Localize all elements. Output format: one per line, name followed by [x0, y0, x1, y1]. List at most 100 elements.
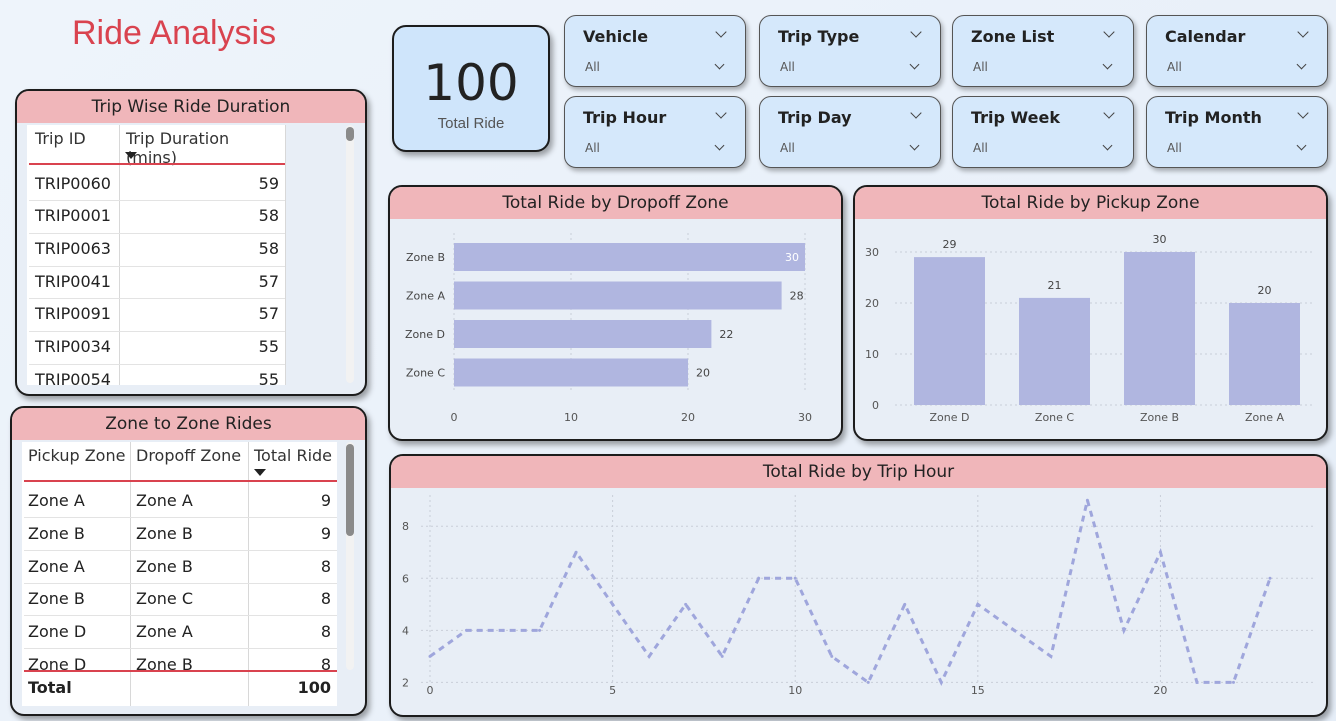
scrollbar-thumb[interactable]	[346, 444, 354, 536]
table-cell: 55	[258, 337, 279, 356]
y-tick-label: 4	[402, 624, 409, 637]
chevron-down-icon[interactable]	[1102, 140, 1113, 151]
y-tick-label: 30	[865, 246, 879, 259]
y-tick-label: Zone C	[406, 367, 446, 380]
slicer-title: Trip Month	[1165, 108, 1262, 127]
chevron-down-icon[interactable]	[1297, 26, 1309, 38]
slicer-value[interactable]: All	[1167, 60, 1182, 74]
table-cell: 8	[320, 622, 331, 641]
data-point	[647, 654, 651, 658]
y-tick-label: Zone A	[406, 290, 446, 303]
chart-title: Total Ride by Trip Hour	[391, 456, 1326, 488]
data-point	[428, 654, 432, 658]
slicer-title: Trip Day	[778, 108, 852, 127]
slicer-trip-month[interactable]: Trip Month All	[1146, 96, 1328, 168]
slicer-zone-list[interactable]: Zone List All	[952, 15, 1134, 87]
slicer-trip-hour[interactable]: Trip Hour All	[564, 96, 746, 168]
sort-descending-icon[interactable]	[254, 469, 266, 476]
table-cell: Zone A	[28, 557, 85, 576]
slicer-calendar[interactable]: Calendar All	[1146, 15, 1328, 87]
chevron-down-icon[interactable]	[910, 26, 922, 38]
trip-hour-chart-card: Total Ride by Trip Hour 2 4 6 8 0 5 10 15 20	[389, 454, 1328, 717]
chevron-down-icon[interactable]	[1296, 140, 1307, 151]
data-point	[684, 602, 688, 606]
slicer-trip-type[interactable]: Trip Type All	[759, 15, 941, 87]
column-header-trip-id[interactable]: Trip ID	[35, 129, 86, 148]
x-tick-label: Zone D	[930, 411, 970, 424]
table-cell: 57	[258, 272, 279, 291]
card-title: Trip Wise Ride Duration	[17, 91, 365, 123]
data-point	[501, 628, 505, 632]
scrollbar[interactable]	[346, 125, 354, 383]
chevron-down-icon[interactable]	[1297, 107, 1309, 119]
data-point	[866, 680, 870, 684]
chevron-down-icon[interactable]	[1102, 59, 1113, 70]
y-tick-label: 20	[865, 297, 879, 310]
slicer-vehicle[interactable]: Vehicle All	[564, 15, 746, 87]
slicer-value[interactable]: All	[780, 60, 795, 74]
table-cell: TRIP0060	[35, 174, 111, 193]
table-cell: 9	[320, 491, 331, 510]
table-cell: 55	[258, 370, 279, 389]
chevron-down-icon[interactable]	[714, 59, 725, 70]
column-header-pickup-zone[interactable]: Pickup Zone	[28, 446, 125, 465]
table-cell: Zone B	[28, 524, 85, 543]
table-cell: TRIP0001	[35, 206, 111, 225]
slicer-value[interactable]: All	[973, 141, 988, 155]
table-cell: TRIP0041	[35, 272, 111, 291]
slicer-trip-day[interactable]: Trip Day All	[759, 96, 941, 168]
trip-duration-table: Trip ID Trip Duration (mins) TRIP0060 59…	[27, 125, 286, 389]
bar	[454, 281, 782, 310]
y-tick-label: 2	[402, 676, 409, 689]
data-label: 20	[1258, 284, 1272, 297]
chevron-down-icon[interactable]	[714, 140, 725, 151]
slicer-value[interactable]: All	[973, 60, 988, 74]
chevron-down-icon[interactable]	[715, 107, 727, 119]
chevron-down-icon[interactable]	[1296, 59, 1307, 70]
data-label: 28	[790, 290, 804, 303]
slicer-title: Trip Hour	[583, 108, 667, 127]
chart-title: Total Ride by Dropoff Zone	[390, 187, 841, 219]
slicer-value[interactable]: All	[585, 60, 600, 74]
table-cell: TRIP0034	[35, 337, 111, 356]
table-cell: 8	[320, 589, 331, 608]
data-point	[1012, 628, 1016, 632]
x-tick-label: Zone B	[1140, 411, 1179, 424]
data-label: 30	[785, 251, 799, 264]
chart-title: Total Ride by Pickup Zone	[855, 187, 1326, 219]
chevron-down-icon[interactable]	[909, 59, 920, 70]
slicer-value[interactable]: All	[585, 141, 600, 155]
chevron-down-icon[interactable]	[715, 26, 727, 38]
x-tick-label: 10	[564, 411, 578, 424]
data-point	[793, 576, 797, 580]
table-cell: 8	[320, 557, 331, 576]
trip-hour-line-chart: 2 4 6 8 0 5 10 15 20	[402, 495, 1316, 697]
data-label: 29	[943, 238, 957, 251]
y-tick-label: 8	[402, 520, 409, 533]
chevron-down-icon[interactable]	[910, 107, 922, 119]
data-point	[830, 654, 834, 658]
chevron-down-icon[interactable]	[909, 140, 920, 151]
slicer-title: Calendar	[1165, 27, 1246, 46]
slicer-title: Trip Week	[971, 108, 1060, 127]
bar	[1124, 252, 1195, 405]
slicer-value[interactable]: All	[1167, 141, 1182, 155]
chevron-down-icon[interactable]	[1103, 107, 1115, 119]
column-header-total-ride[interactable]: Total Ride	[254, 446, 332, 465]
series-line	[429, 499, 1272, 686]
x-tick-label: 0	[451, 411, 458, 424]
chevron-down-icon[interactable]	[1103, 26, 1115, 38]
trip-duration-table-card: Trip Wise Ride Duration Trip ID Trip Dur…	[15, 89, 367, 396]
slicer-trip-week[interactable]: Trip Week All	[952, 96, 1134, 168]
x-tick-label: 20	[1153, 684, 1167, 697]
table-cell: Zone D	[28, 622, 87, 641]
sort-descending-icon[interactable]	[125, 152, 137, 159]
bar	[454, 320, 712, 348]
x-tick-label: 5	[609, 684, 616, 697]
zone-to-zone-table-card: Zone to Zone Rides Pickup Zone Dropoff Z…	[10, 406, 367, 716]
column-header-dropoff-zone[interactable]: Dropoff Zone	[136, 446, 241, 465]
table-cell: Zone C	[136, 589, 193, 608]
slicer-value[interactable]: All	[780, 141, 795, 155]
column-header-trip-duration[interactable]: Trip Duration (mins)	[126, 129, 285, 167]
scrollbar-thumb[interactable]	[346, 127, 354, 141]
